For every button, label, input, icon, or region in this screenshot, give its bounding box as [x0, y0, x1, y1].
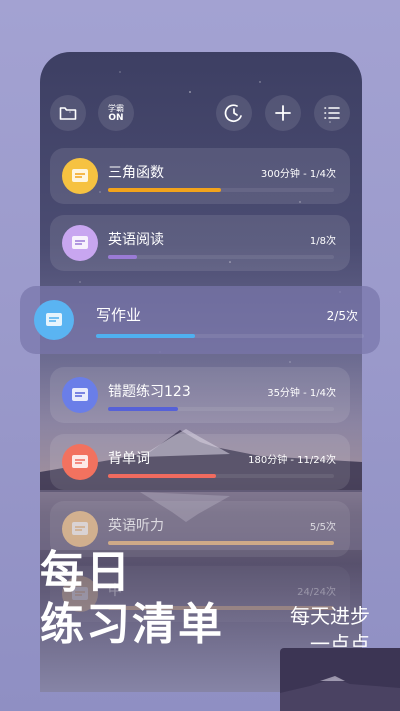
task-progress-text: 5/5次: [309, 522, 336, 533]
progress-fill: [96, 334, 196, 338]
progress-track: [108, 541, 334, 545]
progress-track: [108, 407, 334, 411]
progress-track: [108, 188, 334, 192]
task-title: 三角函数: [108, 165, 164, 181]
task-card[interactable]: 三角函数 300分钟 - 1/4次: [50, 148, 350, 204]
folder-icon: [59, 107, 77, 120]
study-mode-label: 学霸: [108, 103, 124, 113]
calculator-icon: [62, 158, 98, 194]
task-title: 错题练习123: [108, 384, 191, 400]
list-icon: [324, 107, 340, 119]
progress-fill: [108, 255, 138, 259]
task-progress-text: 300分钟 - 1/4次: [260, 169, 336, 180]
pencil-paper-icon: [62, 377, 98, 413]
progress-fill: [108, 188, 221, 192]
progress-track: [108, 474, 334, 478]
list-menu-button[interactable]: [314, 95, 350, 131]
task-progress-text: 24/24次: [297, 587, 336, 598]
notebook-icon: [34, 300, 74, 340]
progress-fill: [108, 474, 217, 478]
preview-thumbnail: [280, 648, 400, 711]
flashcard-icon: [62, 444, 98, 480]
progress-fill: [108, 407, 179, 411]
task-title: 英语听力: [108, 518, 164, 534]
task-title: 英语阅读: [108, 232, 164, 248]
task-card[interactable]: 背单词 180分钟 - 11/24次: [50, 434, 350, 490]
progress-fill: [108, 541, 334, 545]
headline-line2: 练习清单: [40, 599, 224, 650]
study-mode-state: ON: [108, 112, 124, 123]
book-icon: [62, 225, 98, 261]
task-progress-text: 35分钟 - 1/4次: [267, 388, 336, 399]
task-title: 背单词: [108, 451, 150, 467]
task-card[interactable]: 错题练习123 35分钟 - 1/4次: [50, 367, 350, 423]
task-progress-text: 2/5次: [326, 309, 358, 323]
stats-button[interactable]: [216, 95, 252, 131]
task-card[interactable]: 英语阅读 1/8次: [50, 215, 350, 271]
add-task-button[interactable]: [265, 95, 301, 131]
slogan-line1: 每天进步: [290, 604, 370, 628]
task-progress-text: 1/8次: [309, 236, 336, 247]
folder-button[interactable]: [50, 95, 86, 131]
headline-line1: 每日: [40, 547, 132, 598]
plus-icon: [275, 105, 291, 121]
study-mode-toggle[interactable]: 学霸 ON: [98, 95, 134, 131]
task-title: 写作业: [96, 306, 142, 324]
headphones-icon: [62, 511, 98, 547]
task-card[interactable]: 写作业 2/5次: [20, 286, 380, 354]
progress-track: [96, 334, 364, 338]
task-progress-text: 180分钟 - 11/24次: [248, 455, 336, 466]
moon-chart-icon: [224, 104, 242, 123]
progress-track: [108, 255, 334, 259]
